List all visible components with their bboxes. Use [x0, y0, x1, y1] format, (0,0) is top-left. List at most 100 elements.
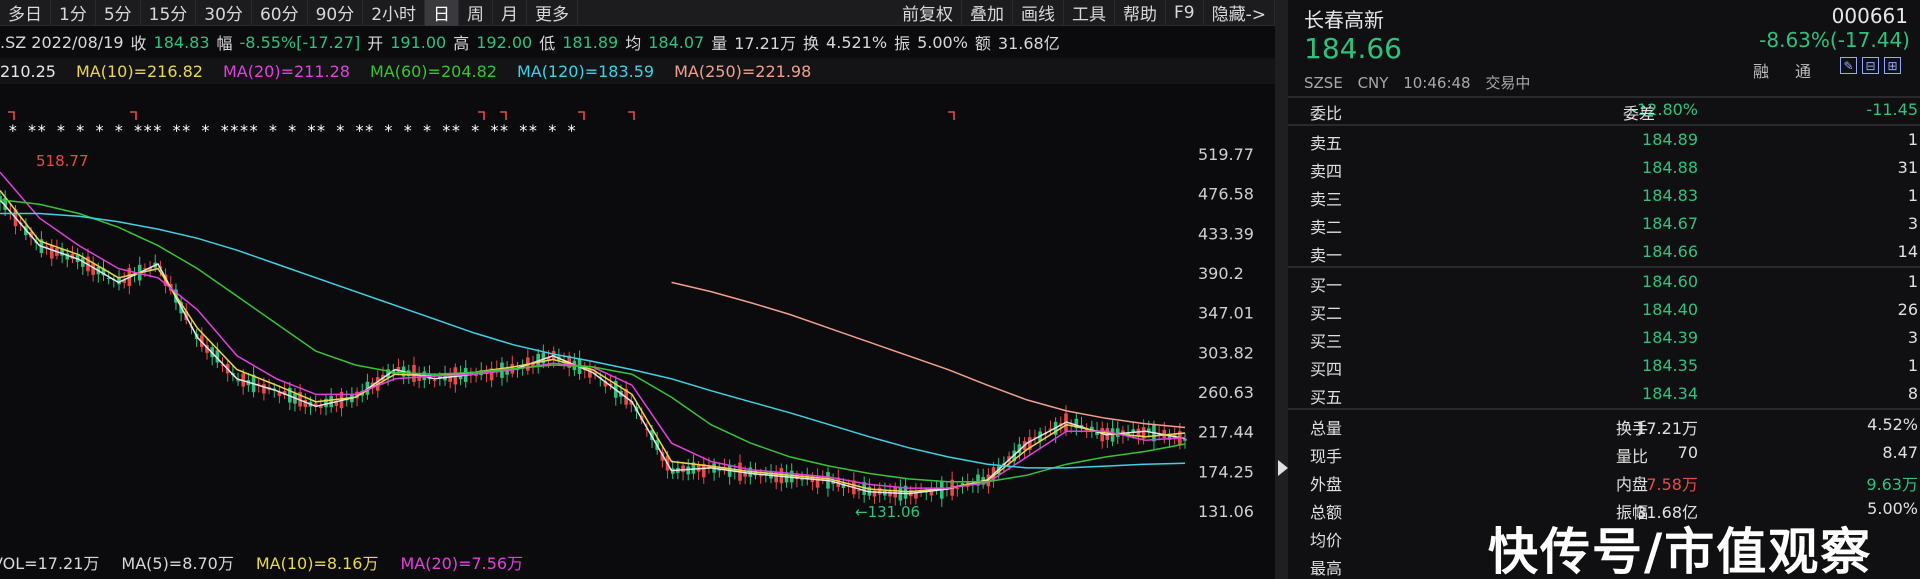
high-label: 高 — [453, 34, 470, 53]
period-tab[interactable]: 5分 — [96, 0, 141, 26]
period-tab[interactable]: 周 — [459, 0, 494, 26]
y-tick-label: 260.63 — [1198, 383, 1254, 402]
candle-body — [681, 465, 685, 473]
period-tab[interactable]: 日 — [425, 0, 460, 26]
bid-row[interactable]: 买三 184.39 3 — [1288, 324, 1920, 352]
ask-row[interactable]: 卖一 184.66 14 — [1288, 238, 1920, 266]
ask-row[interactable]: 卖四 184.88 31 — [1288, 154, 1920, 182]
tool-button[interactable]: 隐藏-> — [1204, 0, 1275, 26]
y-tick-label: 476.58 — [1198, 185, 1254, 204]
add-icon[interactable]: ⊞ — [1884, 57, 1901, 74]
stat-v1: 70 — [1677, 443, 1698, 462]
trade-status: 交易中 — [1485, 74, 1531, 92]
amp-value: 5.00% — [917, 32, 968, 52]
tool-button[interactable]: 帮助 — [1115, 0, 1166, 26]
order-label: 买二 — [1310, 304, 1343, 323]
vol-ma20: MA(20)=7.56万 — [400, 554, 524, 573]
order-label: 卖四 — [1310, 162, 1343, 181]
order-label: 卖一 — [1310, 246, 1343, 265]
connect-label: 通 — [1795, 62, 1812, 81]
y-tick-label: 433.39 — [1198, 224, 1254, 243]
stat-l1: 总量 — [1310, 419, 1343, 438]
stat-l1: 外盘 — [1310, 475, 1343, 494]
wecha-value: -11.45 — [1866, 100, 1918, 119]
vol-total: VOL=17.21万 — [0, 554, 100, 573]
ask-row[interactable]: 卖三 184.83 1 — [1288, 182, 1920, 210]
bid-row[interactable]: 买四 184.35 1 — [1288, 352, 1920, 380]
tool-button[interactable]: 画线 — [1013, 0, 1064, 26]
period-tab[interactable]: 60分 — [252, 0, 308, 26]
candle-body — [262, 384, 266, 394]
y-tick-label: 519.77 — [1198, 145, 1254, 164]
order-vol: 1 — [1907, 356, 1918, 375]
currency: CNY — [1357, 74, 1389, 92]
tool-button[interactable]: 前复权 — [894, 0, 962, 26]
stock-code: 000661 — [1831, 4, 1908, 28]
stat-v2: 5.00% — [1867, 499, 1918, 518]
period-tab[interactable]: 30分 — [196, 0, 252, 26]
order-vol: 14 — [1897, 242, 1918, 261]
panel-tools: ✎ ⊟ ⊞ — [1840, 57, 1906, 74]
y-tick-label: 217.44 — [1198, 423, 1254, 442]
low-marker-label: ←131.06 — [855, 503, 920, 521]
tool-menu: 前复权 叠加 画线 工具 帮助 F9 隐藏-> — [894, 0, 1275, 26]
avg-label: 均 — [625, 34, 642, 53]
grid-icon[interactable]: ⊟ — [1862, 57, 1879, 74]
order-label: 买一 — [1310, 276, 1343, 295]
vol-label: 量 — [711, 34, 728, 53]
order-vol: 3 — [1907, 328, 1918, 347]
candle-body — [236, 380, 240, 382]
panel-divider[interactable] — [1275, 0, 1288, 579]
ma-line-2 — [0, 171, 1186, 489]
turn-value: 4.521% — [826, 32, 888, 52]
y-tick-label: 347.01 — [1198, 304, 1254, 323]
ma-legend: 210.25 MA(10)=216.82 MA(20)=211.28 MA(60… — [0, 58, 1275, 84]
order-label: 买四 — [1310, 360, 1343, 379]
quote-time: 10:46:48 — [1403, 74, 1471, 92]
candle-body — [877, 487, 882, 495]
signal-mark — [948, 111, 955, 120]
ask-row[interactable]: 卖五 184.89 1 — [1288, 126, 1920, 154]
turn-label: 换 — [803, 34, 820, 53]
signal-mark — [130, 111, 137, 120]
ask-row[interactable]: 卖二 184.67 3 — [1288, 210, 1920, 238]
open-value: 191.00 — [390, 32, 447, 52]
order-vol: 8 — [1907, 384, 1918, 403]
period-tab[interactable]: 月 — [493, 0, 528, 26]
candle-body — [329, 395, 333, 408]
amt-value: 31.68亿 — [997, 34, 1060, 53]
period-tab[interactable]: 多日 — [0, 0, 51, 26]
bid-row[interactable]: 买五 184.34 8 — [1288, 380, 1920, 408]
low-label: 低 — [539, 34, 556, 53]
avg-value: 184.07 — [648, 32, 705, 52]
order-price: 184.39 — [1642, 328, 1698, 347]
tool-button[interactable]: 工具 — [1064, 0, 1115, 26]
y-tick-label: 174.25 — [1198, 462, 1254, 481]
expand-arrow-icon[interactable] — [1278, 460, 1288, 476]
tool-button[interactable]: F9 — [1166, 0, 1204, 26]
bid-row[interactable]: 买一 184.60 1 — [1288, 268, 1920, 296]
order-vol: 26 — [1897, 300, 1918, 319]
tool-button[interactable]: 叠加 — [962, 0, 1013, 26]
stock-name: 长春高新 — [1304, 8, 1384, 32]
chart-panel: 多日 1分 5分 15分 30分 60分 90分 2小时日周月更多 前复权 叠加 画线 工具 帮助 F9… — [0, 0, 1275, 579]
period-tab[interactable]: 1分 — [51, 0, 96, 26]
margin-label: 融 — [1753, 62, 1770, 81]
y-tick-label: 390.2 — [1198, 264, 1244, 283]
wecha-label: 委差 — [1623, 104, 1656, 123]
candle-body — [1183, 438, 1187, 441]
order-label: 卖三 — [1310, 190, 1343, 209]
kline-chart[interactable]: 519.77 476.58 433.39 390.2 347.01 303.82 260.6… — [0, 84, 1275, 544]
candle-body — [758, 475, 763, 477]
period-tab[interactable]: 90分 — [308, 0, 364, 26]
quote-panel: 长春高新 000661 184.66 -8.63%(-17.44) 融 通 ✎ … — [1288, 0, 1920, 579]
bid-row[interactable]: 买二 184.40 26 — [1288, 296, 1920, 324]
edit-icon[interactable]: ✎ — [1840, 57, 1857, 74]
ma-line-5 — [671, 281, 1186, 429]
period-tab[interactable]: 更多 — [527, 0, 579, 26]
period-tab[interactable]: 2小时 — [363, 0, 426, 26]
order-price: 184.88 — [1642, 158, 1698, 177]
period-toolbar: 多日 1分 5分 15分 30分 60分 90分 2小时日周月更多 前复权 叠加 画线 工具 帮助 F9… — [0, 0, 1275, 26]
period-tab[interactable]: 15分 — [141, 0, 197, 26]
order-price: 184.83 — [1642, 186, 1698, 205]
